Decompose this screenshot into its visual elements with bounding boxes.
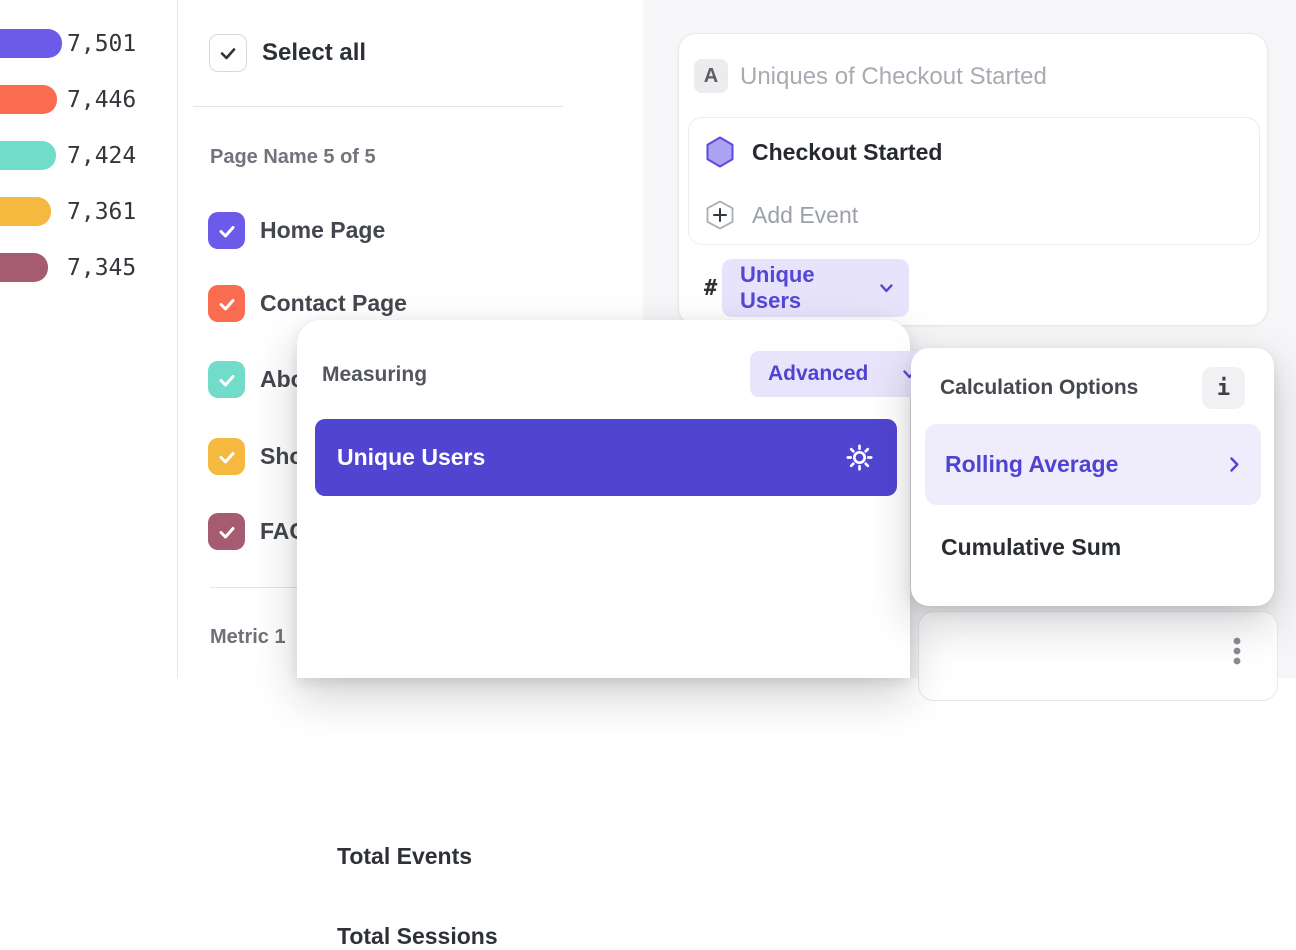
bar-segment[interactable] <box>0 141 56 170</box>
vertical-divider <box>177 0 178 678</box>
bar-row: 7,424 <box>0 141 56 170</box>
measuring-mode-label: Advanced <box>768 362 868 386</box>
bar-row: 7,501 <box>0 29 62 58</box>
checkbox-checked-icon[interactable] <box>208 361 245 398</box>
checkbox-checked-icon[interactable] <box>208 212 245 249</box>
menu-item-label: Rolling Average <box>945 451 1118 478</box>
measuring-menu-title: Measuring <box>322 363 427 387</box>
measure-prefix: # <box>704 276 717 301</box>
checkbox-checked-icon[interactable] <box>208 285 245 322</box>
event-name[interactable]: Checkout Started <box>752 139 942 166</box>
checkbox-checked-icon[interactable] <box>208 438 245 475</box>
bar-segment[interactable] <box>0 85 57 114</box>
checkbox-checked-icon[interactable] <box>208 513 245 550</box>
metric-label: Metric 1 <box>210 626 286 649</box>
add-event-button[interactable]: Add Event <box>752 202 858 229</box>
bar-row: 7,361 <box>0 197 51 226</box>
bar-value-label: 7,446 <box>67 87 136 113</box>
page-checkbox-row[interactable]: Abo <box>208 361 305 398</box>
calculation-options-popup: Calculation Options i Rolling Average Cu… <box>911 348 1274 606</box>
page-checkbox-row[interactable]: Sho <box>208 438 303 475</box>
bar-value-label: 7,345 <box>67 255 136 281</box>
select-all-label: Select all <box>262 39 366 67</box>
info-icon[interactable]: i <box>1202 367 1245 409</box>
measure-chip-label: Unique Users <box>740 262 880 314</box>
bar-value-label: 7,361 <box>67 199 136 225</box>
page-checkbox-row[interactable]: Contact Page <box>208 285 407 322</box>
menu-item-total-sessions[interactable]: Total Sessions <box>337 923 498 950</box>
menu-item-label: Unique Users <box>337 444 485 471</box>
measuring-menu-popup: Measuring Advanced Unique Users Total Ev… <box>297 320 910 678</box>
menu-item-unique-users[interactable]: Unique Users <box>315 419 897 496</box>
bar-value-label: 7,501 <box>67 31 136 57</box>
calculation-options-title: Calculation Options <box>940 376 1138 400</box>
measure-chip-dropdown[interactable]: Unique Users <box>722 259 909 317</box>
chevron-right-icon <box>1230 457 1239 472</box>
menu-item-total-events[interactable]: Total Events <box>337 843 472 870</box>
page-checkbox-row[interactable]: Home Page <box>208 212 385 249</box>
measuring-mode-dropdown[interactable]: Advanced <box>750 351 930 397</box>
bar-segment[interactable] <box>0 29 62 58</box>
bar-row: 7,345 <box>0 253 48 282</box>
next-section-card <box>918 611 1278 701</box>
bar-segment[interactable] <box>0 253 48 282</box>
page-checkbox-row[interactable]: FAC <box>208 513 306 550</box>
page-label: Contact Page <box>260 290 407 317</box>
menu-item-rolling-average[interactable]: Rolling Average <box>925 424 1261 505</box>
query-title-input[interactable]: Uniques of Checkout Started <box>740 63 1047 91</box>
series-badge: A <box>694 59 728 93</box>
gear-icon[interactable] <box>846 444 873 471</box>
checkbox-checked-icon[interactable] <box>209 34 247 72</box>
bar-value-label: 7,424 <box>67 143 136 169</box>
kebab-menu-icon[interactable] <box>1233 636 1241 673</box>
add-event-hexagon-icon[interactable] <box>706 200 734 235</box>
horizontal-divider <box>193 106 563 107</box>
event-hexagon-icon <box>706 136 734 173</box>
menu-item-cumulative-sum[interactable]: Cumulative Sum <box>941 534 1121 561</box>
bar-segment[interactable] <box>0 197 51 226</box>
chevron-down-icon <box>880 284 893 293</box>
select-all-row[interactable]: Select all <box>209 34 366 72</box>
bar-row: 7,446 <box>0 85 57 114</box>
group-label: Page Name 5 of 5 <box>210 146 376 169</box>
page-label: Home Page <box>260 217 385 244</box>
